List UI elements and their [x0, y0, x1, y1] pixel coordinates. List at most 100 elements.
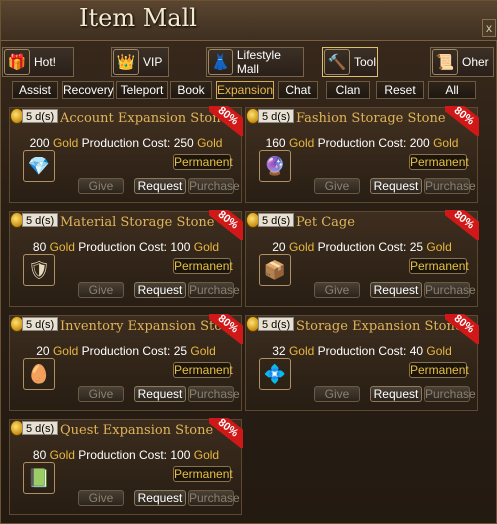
give-button[interactable]: Give: [78, 490, 124, 506]
tab-recovery[interactable]: Recovery: [62, 81, 114, 99]
price-currency: Gold: [288, 344, 315, 358]
request-button[interactable]: Request: [134, 386, 186, 402]
crown-icon: 👑: [113, 49, 139, 75]
price-line: 80 Gold Production Cost: 100 Gold: [10, 240, 242, 254]
discount-ribbon: 80%: [445, 210, 479, 240]
price-value: 160: [265, 136, 286, 150]
request-button[interactable]: Request: [134, 282, 186, 298]
category-hot-button[interactable]: 🎁 Hot!: [2, 47, 74, 77]
category-bar: 🎁 Hot! 👑 VIP 👗 Lifestyle Mall 🔨 Tool 📜 O…: [1, 47, 497, 77]
duration-select[interactable]: Permanent: [173, 258, 233, 274]
request-button[interactable]: Request: [370, 282, 422, 298]
cost-value: 25: [173, 344, 188, 358]
item-card[interactable]: 5 d(s) Storage Expansion Stone 80% 32 Gold …: [245, 314, 479, 411]
tab-chat[interactable]: Chat: [278, 81, 318, 99]
price-line: 20 Gold Production Cost: 25 Gold: [246, 240, 478, 254]
category-tool-button[interactable]: 🔨 Tool: [322, 47, 378, 77]
give-button[interactable]: Give: [314, 178, 360, 194]
price-value: 200: [29, 136, 50, 150]
tab-assist[interactable]: Assist: [12, 81, 58, 99]
sapphire-icon[interactable]: 💎: [23, 150, 55, 182]
give-button[interactable]: Give: [78, 282, 124, 298]
duration-select[interactable]: Permanent: [409, 154, 469, 170]
tab-reset[interactable]: Reset: [376, 81, 424, 99]
duration-label: 5 d(s): [22, 109, 59, 123]
price-line: 80 Gold Production Cost: 100 Gold: [10, 448, 242, 462]
cost-currency: Gold: [193, 448, 220, 462]
book-icon[interactable]: 📗: [23, 462, 55, 494]
item-card[interactable]: 5 d(s) Inventory Expansion Stone 80% 20 Gol…: [9, 314, 243, 411]
cost-currency: Gold: [426, 240, 452, 254]
production-cost-label: Production Cost:: [317, 240, 407, 254]
give-button[interactable]: Give: [314, 386, 360, 402]
price-value: 80: [32, 240, 47, 254]
tab-clan[interactable]: Clan: [326, 81, 370, 99]
category-label: Oher: [462, 55, 489, 69]
give-button[interactable]: Give: [78, 386, 124, 402]
purchase-button[interactable]: Purchase: [424, 178, 476, 194]
category-vip-button[interactable]: 👑 VIP: [111, 47, 169, 77]
tab-book[interactable]: Book: [170, 81, 212, 99]
cost-value: 100: [170, 240, 191, 254]
discount-label: 80%: [209, 106, 243, 136]
helmet-icon[interactable]: 🛡: [23, 254, 55, 286]
purchase-button[interactable]: Purchase: [188, 490, 240, 506]
tab-expansion[interactable]: Expansion: [216, 81, 274, 99]
cost-value: 200: [409, 136, 430, 150]
request-button[interactable]: Request: [134, 178, 186, 194]
duration-label: 5 d(s): [258, 213, 295, 227]
discount-label: 80%: [445, 106, 479, 136]
production-cost-label: Production Cost:: [78, 240, 168, 254]
request-button[interactable]: Request: [370, 386, 422, 402]
price-value: 80: [32, 448, 47, 462]
title-bar[interactable]: Item Mall x: [1, 1, 497, 41]
purchase-button[interactable]: Purchase: [188, 282, 240, 298]
discount-label: 80%: [209, 314, 243, 344]
discount-ribbon: 80%: [209, 210, 243, 240]
crystal-icon[interactable]: 🔮: [259, 150, 291, 182]
duration-label: 5 d(s): [22, 317, 59, 331]
cost-value: 25: [409, 240, 424, 254]
cost-currency: Gold: [197, 136, 223, 150]
item-card[interactable]: 5 d(s) Fashion Storage Stone 80% 160 Gold P…: [245, 106, 479, 203]
cage-icon[interactable]: 📦: [259, 254, 291, 286]
discount-label: 80%: [209, 418, 243, 448]
purchase-button[interactable]: Purchase: [424, 282, 476, 298]
give-button[interactable]: Give: [78, 178, 124, 194]
give-button[interactable]: Give: [314, 282, 360, 298]
tab-teleport[interactable]: Teleport: [116, 81, 168, 99]
category-other-button[interactable]: 📜 Oher: [430, 47, 494, 77]
price-line: 20 Gold Production Cost: 25 Gold: [10, 344, 242, 358]
duration-select[interactable]: Permanent: [173, 466, 233, 482]
egg-icon[interactable]: 🥚: [23, 358, 55, 390]
category-lifestyle-button[interactable]: 👗 Lifestyle Mall: [206, 47, 304, 77]
close-button[interactable]: x: [482, 19, 496, 37]
cost-currency: Gold: [190, 344, 216, 358]
item-card[interactable]: 5 d(s) Quest Expansion Stone 80% 80 Gold Pr…: [9, 418, 243, 515]
price-currency: Gold: [49, 240, 75, 254]
duration-label: 5 d(s): [22, 213, 59, 227]
duration-select[interactable]: Permanent: [409, 258, 469, 274]
price-currency: Gold: [288, 136, 315, 150]
request-button[interactable]: Request: [370, 178, 422, 194]
purchase-button[interactable]: Purchase: [424, 386, 476, 402]
discount-ribbon: 80%: [209, 314, 243, 344]
purchase-button[interactable]: Purchase: [188, 178, 240, 194]
category-label: Lifestyle Mall: [236, 48, 281, 76]
price-currency: Gold: [52, 344, 79, 358]
item-card[interactable]: 5 d(s) Account Expansion Stone 80% 200 Gold…: [9, 106, 243, 203]
request-button[interactable]: Request: [134, 490, 186, 506]
production-cost-label: Production Cost:: [81, 344, 171, 358]
item-card[interactable]: 5 d(s) Material Storage Stone 80% 80 Gold P…: [9, 210, 243, 307]
window-title: Item Mall: [79, 4, 197, 32]
duration-select[interactable]: Permanent: [409, 362, 469, 378]
price-line: 32 Gold Production Cost: 40 Gold: [246, 344, 478, 358]
duration-select[interactable]: Permanent: [173, 154, 233, 170]
discount-label: 80%: [445, 210, 479, 240]
tab-all[interactable]: All: [428, 81, 476, 99]
purchase-button[interactable]: Purchase: [188, 386, 240, 402]
item-card[interactable]: 5 d(s) Pet Cage 80% 20 Gold Production Cost…: [245, 210, 479, 307]
duration-select[interactable]: Permanent: [173, 362, 233, 378]
cost-currency: Gold: [433, 136, 459, 150]
gem-pile-icon[interactable]: 💠: [259, 358, 291, 390]
